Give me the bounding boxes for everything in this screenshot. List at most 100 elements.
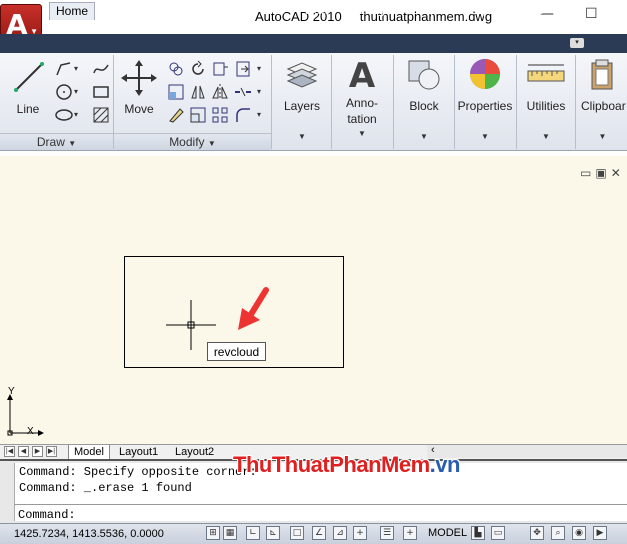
block-label: Block	[409, 99, 439, 113]
tab-annotate[interactable]: Annotate	[152, 2, 212, 19]
chevron-down-icon[interactable]: ▾	[74, 110, 78, 119]
fillet-icon	[236, 108, 250, 122]
ellipse-icon	[55, 109, 73, 121]
line-icon	[14, 62, 44, 92]
tab-manage[interactable]: Manage	[342, 2, 397, 19]
otrack-icon[interactable]: ∠	[312, 526, 326, 540]
viewport-controls[interactable]: ▭▣✕	[580, 166, 625, 180]
modify-panel-title[interactable]: Modify ▼	[114, 133, 271, 150]
break-button[interactable]	[232, 81, 252, 101]
scale-button[interactable]	[187, 104, 207, 124]
ucs-x-label: X	[27, 426, 34, 437]
chevron-down-icon[interactable]: ▾	[74, 87, 78, 96]
extend-button[interactable]	[232, 58, 252, 78]
hatch-icon	[93, 107, 109, 123]
ortho-icon[interactable]: ∟	[246, 526, 260, 540]
mirror-line-button[interactable]	[209, 81, 229, 101]
copy-button[interactable]	[165, 58, 185, 78]
move-button[interactable]: Move	[118, 58, 160, 118]
draw-panel-label: Draw	[36, 135, 65, 149]
qp-icon[interactable]: +	[403, 526, 417, 540]
annotation-button[interactable]: A Anno- tation ▼	[337, 57, 387, 147]
chevron-down-icon[interactable]: ▾	[257, 64, 261, 73]
spline-button[interactable]	[90, 58, 110, 78]
circle-button[interactable]	[53, 81, 73, 101]
tab-model[interactable]: Model	[68, 445, 110, 460]
dyn-icon[interactable]: +	[353, 526, 367, 540]
polyline-button[interactable]	[53, 58, 73, 78]
showmotion-icon[interactable]: ▶	[593, 526, 607, 540]
chevron-down-icon: ▼	[358, 129, 366, 138]
prev-layout-button[interactable]: ◀	[18, 446, 29, 457]
stretch-button[interactable]	[165, 81, 185, 101]
stretch-icon	[168, 84, 184, 100]
zoom-icon[interactable]: ⌕	[551, 526, 565, 540]
chevron-down-icon[interactable]: ▾	[257, 87, 261, 96]
color-wheel-icon	[470, 59, 500, 89]
utilities-label: Utilities	[526, 99, 566, 113]
tab-output[interactable]: Output	[405, 2, 453, 19]
chevron-down-icon: ▼	[481, 132, 489, 141]
maximize-button[interactable]: ☐	[585, 6, 598, 22]
panel-divider	[393, 55, 394, 149]
line-label: Line	[16, 102, 40, 116]
tab-layout2[interactable]: Layout2	[170, 445, 219, 459]
line-button[interactable]: Line	[8, 58, 48, 118]
array-icon	[212, 107, 228, 123]
lineweight-icon[interactable]: ☰	[380, 526, 394, 540]
quick-view-icon[interactable]: ▭	[491, 526, 505, 540]
chevron-down-icon[interactable]: ▾	[74, 64, 78, 73]
coordinate-readout[interactable]: 1425.7234, 1413.5536, 0.0000	[14, 528, 164, 540]
fillet-button[interactable]	[232, 104, 252, 124]
ellipse-button[interactable]	[53, 104, 73, 124]
red-arrow-icon	[238, 287, 269, 330]
hatch-button[interactable]	[90, 104, 110, 124]
first-layout-button[interactable]: |◀	[4, 446, 15, 457]
modify-panel-label: Modify	[169, 135, 205, 149]
viewport-minimize-icon[interactable]: ▭	[580, 166, 595, 180]
chevron-down-icon[interactable]: ▾	[257, 110, 261, 119]
viewport-close-icon[interactable]: ✕	[611, 166, 625, 180]
layers-button[interactable]: Layers ▼	[278, 57, 326, 147]
osnap-icon[interactable]: □	[290, 526, 304, 540]
pan-icon[interactable]: ✥	[530, 526, 544, 540]
layout-view-icon[interactable]: ▙	[471, 526, 485, 540]
polar-icon[interactable]: ⊾	[266, 526, 280, 540]
mirror-button[interactable]	[187, 81, 207, 101]
panel-divider	[331, 55, 332, 149]
tab-parametric[interactable]: Parametric	[221, 2, 291, 19]
properties-button[interactable]: Properties ▼	[456, 57, 514, 147]
text-a-icon: A	[348, 56, 376, 96]
steering-wheel-icon[interactable]: ◉	[572, 526, 586, 540]
snap-icon[interactable]: ⊞	[206, 526, 220, 540]
erase-button[interactable]	[165, 104, 185, 124]
model-space-button[interactable]: MODEL	[428, 526, 467, 540]
spline-icon	[93, 64, 109, 74]
panel-divider	[575, 55, 576, 149]
tab-home[interactable]: Home	[49, 2, 96, 20]
block-button[interactable]: Block ▼	[399, 57, 449, 147]
rotate-button[interactable]	[187, 58, 207, 78]
circle-icon	[56, 84, 72, 100]
move-label: Move	[124, 102, 154, 116]
grid-icon[interactable]: ▦	[223, 526, 237, 540]
viewport-restore-icon[interactable]: ▣	[595, 166, 610, 180]
last-layout-button[interactable]: ▶|	[46, 446, 57, 457]
tab-insert[interactable]: Insert	[102, 2, 144, 19]
tab-view[interactable]: View	[297, 2, 335, 19]
utilities-button[interactable]: Utilities ▼	[520, 57, 572, 147]
move-arrows-icon	[121, 60, 157, 96]
rectangle-button[interactable]	[90, 81, 110, 101]
trim-button[interactable]	[209, 58, 229, 78]
clipboard-button[interactable]: Clipboar ▼	[578, 57, 627, 147]
next-layout-button[interactable]: ▶	[32, 446, 43, 457]
draw-panel-title[interactable]: Draw ▼	[0, 133, 113, 150]
ducs-icon[interactable]: ⊿	[333, 526, 347, 540]
array-button[interactable]	[209, 104, 229, 124]
ribbon-tab-bar	[0, 34, 627, 53]
tab-express-tools[interactable]: Express Tools	[463, 2, 549, 19]
ribbon-minimize-button[interactable]: ▾	[570, 38, 584, 48]
chevron-down-icon: ▼	[207, 139, 216, 148]
tab-layout1[interactable]: Layout1	[114, 445, 163, 459]
command-prompt[interactable]: Command:	[18, 508, 76, 522]
